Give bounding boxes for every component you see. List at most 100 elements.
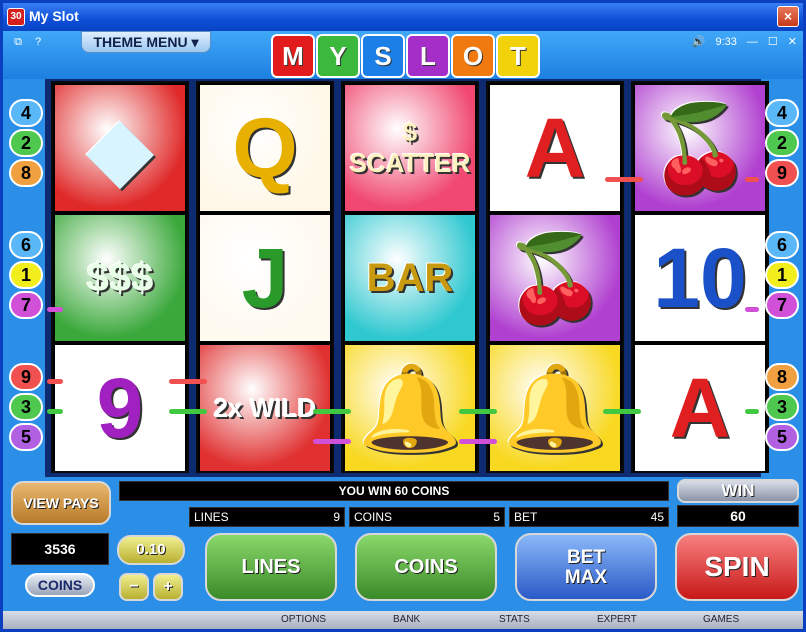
- cherries-symbol: 🍒: [490, 215, 620, 341]
- title-bar: 30 My Slot ×: [3, 3, 803, 31]
- bar-symbol-glyph: BAR: [366, 255, 454, 300]
- left-payline-badge-4[interactable]: 4: [9, 99, 43, 127]
- right-payline-badge-9[interactable]: 9: [765, 159, 799, 187]
- ten-symbol-glyph: 10: [653, 230, 747, 325]
- nine-symbol-glyph: 9: [96, 360, 144, 455]
- scatter-symbol: $ SCATTER: [345, 85, 475, 211]
- ace-symbol: A: [635, 345, 765, 471]
- game-window: 30 My Slot × ⧉ ? THEME MENU ▾ MYSLOT 🔊 9…: [0, 0, 806, 632]
- coin-size-plus-button[interactable]: +: [153, 573, 183, 601]
- reel-5: 🍒 10 A: [631, 81, 769, 473]
- payline-segment: [47, 409, 63, 414]
- diamond-symbol: ◆: [55, 85, 185, 211]
- coins-value: 5: [493, 510, 500, 524]
- right-payline-badge-2[interactable]: 2: [765, 129, 799, 157]
- left-payline-badge-2[interactable]: 2: [9, 129, 43, 157]
- help-icon[interactable]: ?: [29, 35, 47, 49]
- win-label: WIN: [677, 479, 799, 503]
- lines-label: LINES: [194, 510, 229, 524]
- bet-max-button[interactable]: BET MAX: [515, 533, 657, 601]
- ten-symbol: 10: [635, 215, 765, 341]
- payline-segment: [459, 409, 497, 414]
- cherries-symbol-glyph: 🍒: [647, 100, 753, 195]
- sound-icon[interactable]: 🔊: [692, 35, 706, 48]
- payline-segment: [169, 409, 207, 414]
- right-payline-badge-8[interactable]: 8: [765, 363, 799, 391]
- system-controls: 🔊 9:33 — ☐ ✕: [692, 35, 797, 49]
- right-payline-badge-5[interactable]: 5: [765, 423, 799, 451]
- top-strip: ⧉ ? THEME MENU ▾ MYSLOT 🔊 9:33 — ☐ ✕: [3, 31, 803, 79]
- right-payline-badge-3[interactable]: 3: [765, 393, 799, 421]
- left-payline-badge-3[interactable]: 3: [9, 393, 43, 421]
- coin-size-button[interactable]: 0.10: [117, 535, 185, 565]
- coins-display: COINS 5: [349, 507, 505, 527]
- logo-letter: Y: [316, 34, 360, 78]
- logo-letter: O: [451, 34, 495, 78]
- left-payline-badge-5[interactable]: 5: [9, 423, 43, 451]
- payline-segment: [47, 379, 63, 384]
- left-payline-badge-9[interactable]: 9: [9, 363, 43, 391]
- lines-value: 9: [333, 510, 340, 524]
- logo-letter: M: [271, 34, 315, 78]
- theme-menu-button[interactable]: THEME MENU ▾: [81, 31, 211, 53]
- queen-symbol: Q: [200, 85, 330, 211]
- right-payline-badge-1[interactable]: 1: [765, 261, 799, 289]
- payline-segment: [313, 439, 351, 444]
- coin-size-minus-button[interactable]: −: [119, 573, 149, 601]
- clock: 9:33: [715, 35, 737, 48]
- left-payline-badge-7[interactable]: 7: [9, 291, 43, 319]
- reels-area: ◆ $$$ 9 Q J 2x WILD $ SCATTER BAR 🔔 A 🍒 🔔 🍒 10 A: [45, 79, 769, 477]
- bell-symbol: 🔔: [345, 345, 475, 471]
- bell-symbol-glyph: 🔔: [502, 360, 608, 455]
- ace-symbol-glyph: A: [524, 100, 586, 195]
- bet-value: 45: [650, 510, 664, 524]
- view-pays-button[interactable]: VIEW PAYS: [11, 481, 111, 525]
- scatter-symbol-glyph: $ SCATTER: [349, 117, 471, 178]
- right-payline-badge-4[interactable]: 4: [765, 99, 799, 127]
- payline-segment: [459, 439, 497, 444]
- window-title: My Slot: [29, 8, 79, 24]
- bet-display: BET 45: [509, 507, 669, 527]
- jack-symbol: J: [200, 215, 330, 341]
- payline-segment: [745, 307, 759, 312]
- left-payline-badge-8[interactable]: 8: [9, 159, 43, 187]
- windowed-icon[interactable]: ⧉: [9, 35, 27, 49]
- close-icon[interactable]: ✕: [788, 35, 797, 48]
- win-message: YOU WIN 60 COINS: [119, 481, 669, 501]
- coins-button[interactable]: COINS: [355, 533, 497, 601]
- app-icon: 30: [7, 8, 25, 26]
- logo-letter: S: [361, 34, 405, 78]
- ace-symbol-glyph: A: [669, 360, 731, 455]
- payline-segment: [745, 177, 759, 182]
- logo-letter: T: [496, 34, 540, 78]
- coins-toggle-button[interactable]: COINS: [25, 573, 95, 597]
- right-payline-badge-7[interactable]: 7: [765, 291, 799, 319]
- footer-expert-link[interactable]: EXPERT: [597, 614, 637, 625]
- footer-stats-link[interactable]: STATS: [499, 614, 530, 625]
- spin-button[interactable]: SPIN: [675, 533, 799, 601]
- wild-symbol-glyph: 2x WILD: [213, 392, 317, 423]
- left-payline-badge-6[interactable]: 6: [9, 231, 43, 259]
- right-payline-badge-6[interactable]: 6: [765, 231, 799, 259]
- bell-symbol: 🔔: [490, 345, 620, 471]
- close-button[interactable]: ×: [777, 6, 799, 27]
- reel-2: Q J 2x WILD: [196, 81, 334, 473]
- bar-symbol: BAR: [345, 215, 475, 341]
- lines-display: LINES 9: [189, 507, 345, 527]
- left-payline-badge-1[interactable]: 1: [9, 261, 43, 289]
- footer-games-link[interactable]: GAMES: [703, 614, 739, 625]
- jack-symbol-glyph: J: [241, 230, 289, 325]
- footer-bank-link[interactable]: BANK: [393, 614, 420, 625]
- logo-letter: L: [406, 34, 450, 78]
- control-panel: VIEW PAYS YOU WIN 60 COINS LINES 9 COINS…: [3, 477, 803, 611]
- cherries-symbol: 🍒: [635, 85, 765, 211]
- minimize-icon[interactable]: —: [747, 36, 758, 48]
- reel-4: A 🍒 🔔: [486, 81, 624, 473]
- maximize-icon[interactable]: ☐: [768, 35, 778, 48]
- cash-symbol: $$$: [55, 215, 185, 341]
- payline-segment: [605, 177, 643, 182]
- footer-options-link[interactable]: OPTIONS: [281, 614, 326, 625]
- chevron-down-icon: ▾: [191, 34, 199, 50]
- wild-symbol: 2x WILD: [200, 345, 330, 471]
- lines-button[interactable]: LINES: [205, 533, 337, 601]
